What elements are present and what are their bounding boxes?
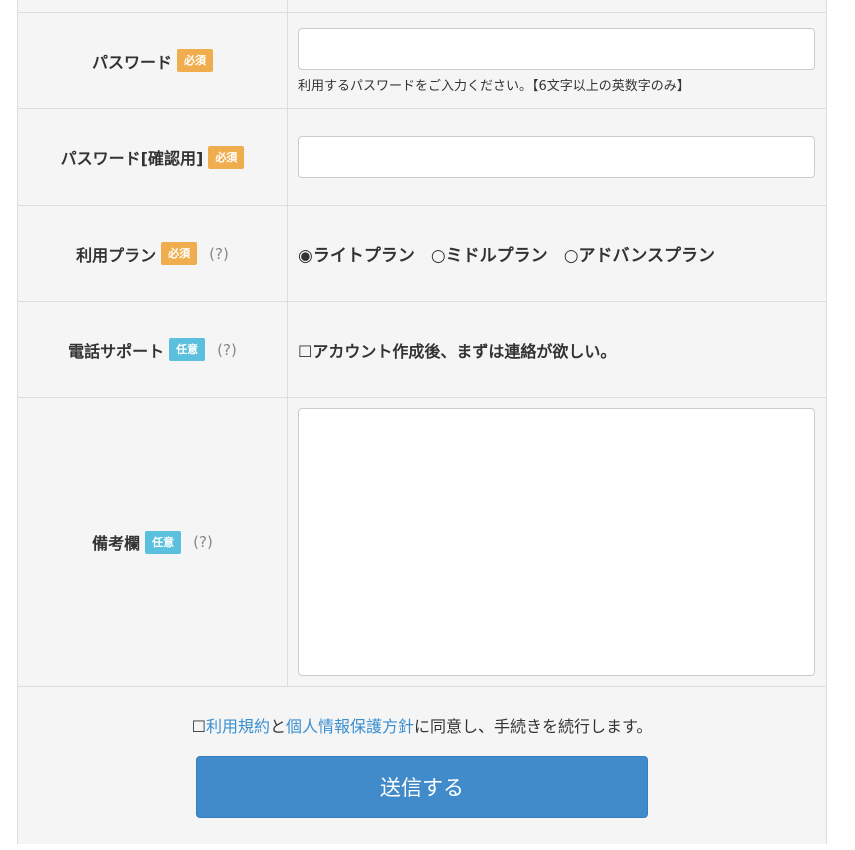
plan-radio-light[interactable]: ◉ライトプラン: [298, 241, 415, 266]
required-badge: 必須: [208, 145, 245, 169]
phone-support-label: 電話サポート: [68, 341, 165, 361]
table-row-notes: 備考欄 任意 (?): [18, 398, 826, 687]
notes-label-cell: 備考欄 任意 (?): [18, 398, 288, 686]
terms-link[interactable]: 利用規約: [206, 717, 270, 736]
submit-button[interactable]: 送信する: [196, 756, 648, 818]
plan-radio-middle[interactable]: ○ミドルプラン: [431, 241, 548, 266]
value-cell-stub: [288, 0, 826, 12]
password-confirm-value-cell: [288, 109, 826, 205]
optional-badge: 任意: [145, 530, 182, 554]
password-label: パスワード: [91, 52, 172, 72]
optional-badge: 任意: [169, 338, 206, 361]
phone-support-label-cell: 電話サポート 任意 (?): [18, 302, 288, 397]
plan-value-cell: ◉ライトプラン ○ミドルプラン ○アドバンスプラン: [288, 206, 826, 301]
table-row-plan: 利用プラン 必須 (?) ◉ライトプラン ○ミドルプラン ○アドバンスプラン: [18, 206, 826, 302]
agreement-suffix-text: に同意し、手続きを続行します。: [413, 717, 653, 736]
table-row-phone-support: 電話サポート 任意 (?) ☐アカウント作成後、まずは連絡が欲しい。: [18, 302, 826, 398]
notes-value-cell: [288, 398, 826, 686]
table-row-password: パスワード 必須 利用するパスワードをご入力ください。【6文字以上の英数字のみ】: [18, 13, 826, 109]
agreement-and-text: と: [269, 717, 286, 736]
notes-label: 備考欄: [92, 534, 141, 553]
plan-label-cell: 利用プラン 必須 (?): [18, 206, 288, 301]
plan-radio-group: ◉ライトプラン ○ミドルプラン ○アドバンスプラン: [298, 241, 816, 266]
table-row-top-stub: [18, 0, 826, 13]
label-cell-stub: [18, 0, 288, 12]
table-row-password-confirm: パスワード[確認用] 必須: [18, 109, 826, 206]
required-badge: 必須: [161, 242, 198, 265]
required-badge: 必須: [177, 49, 213, 72]
registration-form: パスワード 必須 利用するパスワードをご入力ください。【6文字以上の英数字のみ】…: [17, 0, 827, 844]
notes-help-link[interactable]: (?): [193, 533, 213, 551]
password-value-cell: 利用するパスワードをご入力ください。【6文字以上の英数字のみ】: [288, 13, 826, 108]
notes-textarea[interactable]: [298, 408, 815, 676]
password-hint: 利用するパスワードをご入力ください。【6文字以上の英数字のみ】: [298, 78, 690, 94]
plan-label: 利用プラン: [76, 245, 157, 265]
phone-support-value-cell: ☐アカウント作成後、まずは連絡が欲しい。: [288, 302, 826, 397]
submit-area: ☐利用規約と個人情報保護方針に同意し、手続きを続行します。 送信する: [18, 687, 826, 844]
password-confirm-input[interactable]: [298, 136, 815, 178]
password-label-cell: パスワード 必須: [18, 13, 288, 108]
phone-support-checkbox[interactable]: ☐アカウント作成後、まずは連絡が欲しい。: [298, 338, 816, 362]
password-confirm-label: パスワード[確認用]: [60, 149, 204, 168]
plan-radio-advance[interactable]: ○アドバンスプラン: [564, 241, 715, 266]
plan-help-link[interactable]: (?): [209, 245, 229, 263]
phone-support-help-link[interactable]: (?): [217, 341, 237, 359]
password-confirm-label-cell: パスワード[確認用] 必須: [18, 109, 288, 205]
agreement-checkbox[interactable]: ☐: [192, 717, 206, 736]
agreement-line: ☐利用規約と個人情報保護方針に同意し、手続きを続行します。: [192, 713, 653, 737]
password-input[interactable]: [298, 27, 815, 70]
privacy-policy-link[interactable]: 個人情報保護方針: [286, 717, 414, 736]
